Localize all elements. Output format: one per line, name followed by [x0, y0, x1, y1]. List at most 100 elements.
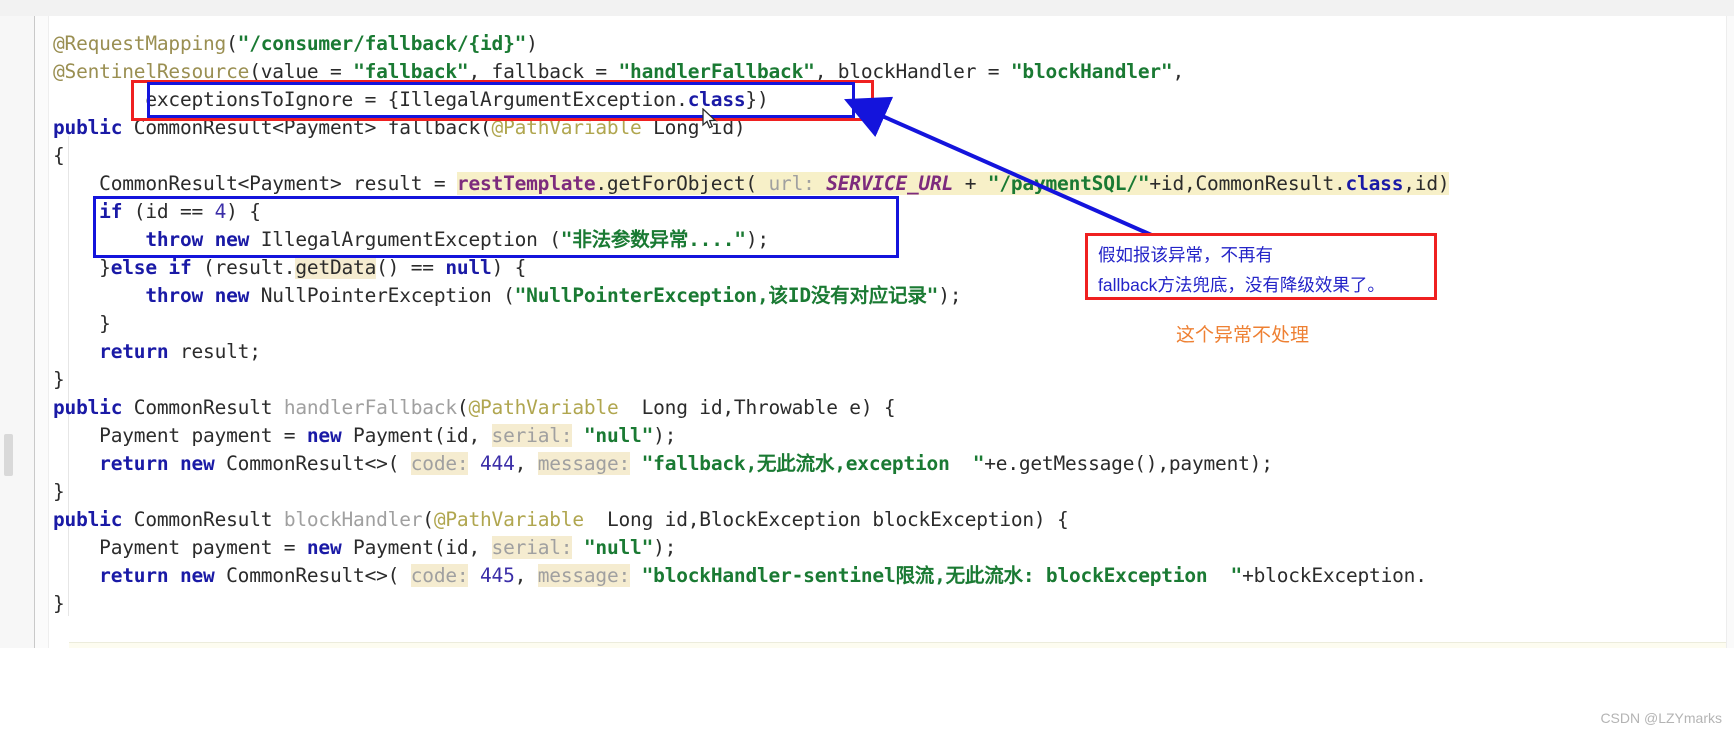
code-token: throw new — [145, 228, 250, 251]
code-token: 4 — [214, 200, 227, 223]
code-token: Payment payment = — [53, 424, 307, 447]
code-token: return — [99, 340, 169, 363]
code-token: "/consumer/fallback/{id}" — [237, 32, 527, 55]
code-token: else if — [110, 256, 192, 279]
code-token: Payment payment = — [53, 536, 307, 559]
code-token: class — [1345, 172, 1404, 195]
code-line[interactable]: @SentinelResource(value = "fallback", fa… — [53, 58, 1184, 86]
code-token: Long id,Throwable e) { — [618, 396, 896, 419]
code-token: handlerFallback — [283, 396, 457, 419]
code-line[interactable]: CommonResult<Payment> result = restTempl… — [53, 170, 1450, 198]
code-line[interactable]: } — [53, 310, 111, 338]
code-token: code: — [410, 452, 469, 475]
code-token: ); — [938, 284, 962, 307]
code-token: 445 — [480, 564, 515, 587]
code-token: ,id) — [1403, 172, 1450, 195]
code-token: .getForObject( — [595, 172, 769, 195]
code-token: ( — [226, 32, 238, 55]
annotation-callout-box: 假如报该异常，不再有 fallback方法兜底，没有降级效果了。 — [1085, 233, 1437, 300]
code-line[interactable]: return result; — [53, 338, 261, 366]
code-token: + — [953, 172, 988, 195]
code-line[interactable]: return new CommonResult<>( code: 445, me… — [53, 562, 1427, 590]
code-token: exceptionsToIgnore = {IllegalArgumentExc… — [53, 88, 688, 111]
code-token: null — [445, 256, 492, 279]
code-token: @PathVariable — [433, 508, 584, 531]
code-token: , blockHandler = — [814, 60, 1011, 83]
code-line[interactable]: public CommonResult blockHandler(@PathVa… — [53, 506, 1069, 534]
code-line[interactable]: Payment payment = new Payment(id, serial… — [53, 534, 676, 562]
code-line[interactable]: public CommonResult<Payment> fallback(@P… — [53, 114, 746, 142]
code-line[interactable]: }else if (result.getData() == null) { — [53, 254, 526, 282]
code-token: "fallback,无此流水,exception " — [641, 452, 985, 475]
code-line[interactable]: public CommonResult handlerFallback(@Pat… — [53, 394, 896, 422]
code-token: "handlerFallback" — [618, 60, 815, 83]
code-token: CommonResult<>( — [214, 452, 411, 475]
code-line[interactable]: } — [53, 366, 65, 394]
code-token: "/paymentSQL/" — [987, 172, 1150, 195]
code-token: @SentinelResource — [53, 60, 250, 83]
page-footer-area — [0, 648, 1734, 732]
code-token: } — [53, 256, 111, 279]
code-token: getData — [295, 256, 377, 279]
code-line[interactable]: Payment payment = new Payment(id, serial… — [53, 422, 676, 450]
editor-right-edge — [1726, 16, 1734, 648]
code-token: restTemplate — [456, 172, 596, 195]
code-line[interactable]: return new CommonResult<>( code: 444, me… — [53, 450, 1273, 478]
code-token: ); — [653, 424, 677, 447]
code-line[interactable]: throw new NullPointerException ("NullPoi… — [53, 282, 961, 310]
code-token: 444 — [480, 452, 515, 475]
code-token: ( — [456, 396, 469, 419]
code-token: ) { — [491, 256, 527, 279]
code-token: (result. — [191, 256, 296, 279]
code-token: (id == — [122, 200, 215, 223]
code-token: @PathVariable — [491, 116, 642, 139]
code-token: throw new — [145, 284, 250, 307]
code-token: "null" — [583, 424, 654, 447]
code-token: code: — [410, 564, 469, 587]
editor-left-gutter[interactable] — [0, 16, 35, 716]
code-token: serial: — [491, 536, 573, 559]
code-token: "fallback" — [353, 60, 469, 83]
code-line[interactable]: exceptionsToIgnore = {IllegalArgumentExc… — [53, 86, 768, 114]
code-token: SERVICE_URL — [826, 172, 954, 195]
code-token: new — [306, 424, 342, 447]
code-line[interactable]: throw new IllegalArgumentException ("非法参… — [53, 226, 769, 254]
code-token: result; — [168, 340, 261, 363]
callout-line-1: 假如报该异常，不再有 — [1098, 245, 1273, 265]
code-token: ); — [653, 536, 677, 559]
code-token: blockHandler — [283, 508, 423, 531]
watermark: CSDN @LZYmarks — [1600, 710, 1722, 726]
code-token: public — [53, 396, 123, 419]
code-line[interactable]: @RequestMapping("/consumer/fallback/{id}… — [53, 30, 538, 58]
code-token: IllegalArgumentException ( — [249, 228, 561, 251]
code-token: (value = — [249, 60, 354, 83]
code-token: , — [1172, 60, 1184, 83]
code-line[interactable]: } — [53, 590, 65, 618]
callout-line-2: fallback方法兜底，没有降级效果了。 — [1098, 275, 1385, 295]
editor-top-strip — [0, 0, 1734, 17]
code-line[interactable]: { — [53, 142, 65, 170]
orange-annotation-note: 这个异常不处理 — [1176, 325, 1310, 346]
code-token: () == — [376, 256, 446, 279]
scrollbar-thumb[interactable] — [4, 434, 13, 476]
code-line[interactable]: if (id == 4) { — [53, 198, 261, 226]
code-token: "null" — [583, 536, 654, 559]
code-folding-rail[interactable] — [35, 16, 49, 716]
code-token: ) { — [226, 200, 261, 223]
code-token: return new — [99, 564, 215, 587]
code-token: new — [306, 536, 342, 559]
code-token: CommonResult — [122, 396, 284, 419]
code-token: "NullPointerException,该ID没有对应记录" — [514, 284, 939, 307]
code-token: } — [53, 592, 65, 615]
code-line[interactable]: } — [53, 478, 65, 506]
code-pane[interactable]: @RequestMapping("/consumer/fallback/{id}… — [34, 16, 1734, 716]
code-token: CommonResult<Payment> result = — [53, 172, 457, 195]
